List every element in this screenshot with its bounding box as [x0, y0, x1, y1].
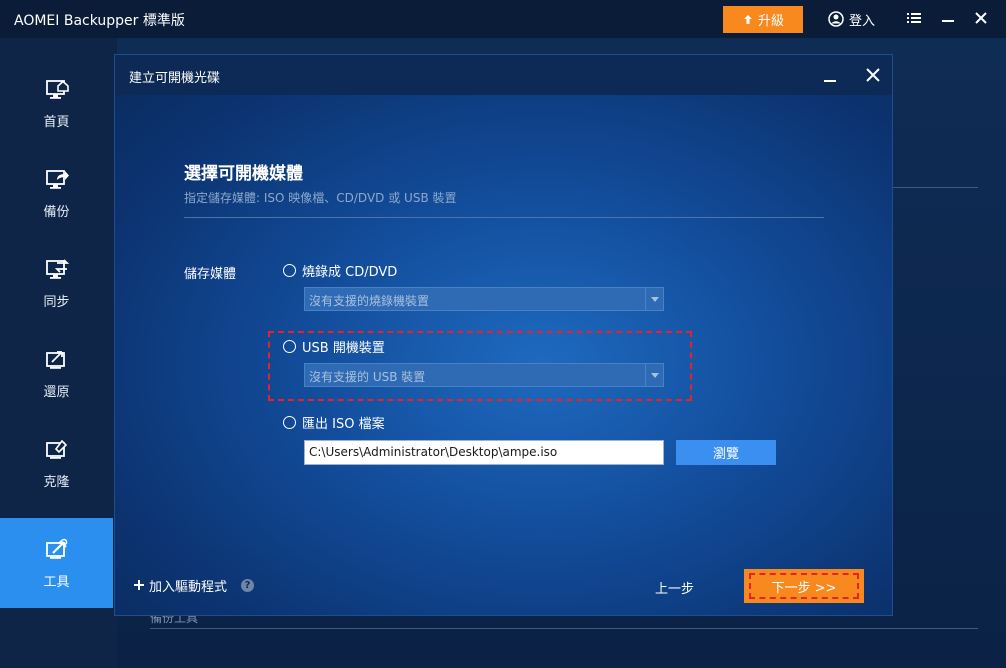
sidebar-item-label: 工具 — [43, 574, 70, 590]
backup-icon — [45, 169, 69, 189]
upgrade-label: 升級 — [757, 14, 784, 29]
iso-path-input[interactable]: C:\Users\Administrator\Desktop\ampe.iso — [304, 440, 664, 465]
sidebar-item-clone[interactable]: 克隆 — [0, 418, 113, 508]
next-step-label: 下一步 >> — [749, 573, 859, 599]
restore-icon — [45, 350, 65, 369]
login-label: 登入 — [849, 13, 876, 29]
sidebar-item-label: 首頁 — [43, 114, 70, 130]
menu-icon[interactable] — [904, 8, 924, 28]
iso-option[interactable]: 匯出 ISO 檔案 — [283, 413, 385, 432]
sidebar-item-backup[interactable]: 備份 — [0, 148, 113, 238]
tools-icon — [45, 538, 67, 559]
browse-button[interactable]: 瀏覽 — [676, 440, 776, 465]
sidebar-item-restore[interactable]: 還原 — [0, 328, 113, 418]
sidebar-item-label: 同步 — [43, 294, 70, 310]
upgrade-arrow-icon — [743, 14, 752, 24]
add-driver-label: 加入驅動程式 — [149, 579, 228, 595]
usb-radio[interactable] — [283, 339, 296, 353]
sidebar: 首頁 備份 同步 還原 克隆 工具 — [0, 38, 117, 668]
background-divider — [150, 628, 978, 629]
sidebar-item-label: 克隆 — [43, 474, 70, 490]
page-heading: 選擇可開機媒體 — [184, 164, 303, 184]
close-icon[interactable] — [971, 8, 991, 28]
burner-device-value: 沒有支援的燒錄機裝置 — [309, 294, 430, 308]
sidebar-item-home[interactable]: 首頁 — [0, 58, 113, 148]
clone-icon — [45, 439, 67, 459]
dialog-header: 建立可開機光碟 — [115, 55, 892, 95]
minimize-icon[interactable] — [938, 8, 958, 28]
help-icon[interactable]: ? — [241, 578, 255, 592]
create-bootable-media-dialog: 建立可開機光碟 選擇可開機媒體 指定儲存媒體: ISO 映像檔、CD/DVD 或… — [114, 54, 893, 616]
upgrade-button[interactable]: 升級 — [723, 6, 803, 33]
next-step-button[interactable]: 下一步 >> — [744, 569, 864, 603]
sidebar-item-label: 備份 — [43, 204, 70, 220]
usb-device-select[interactable]: 沒有支援的 USB 裝置 — [304, 363, 664, 387]
sidebar-item-tools[interactable]: 工具 — [0, 518, 113, 608]
chevron-down-icon[interactable] — [645, 364, 663, 386]
cd-dvd-radio[interactable] — [283, 263, 296, 277]
storage-media-label: 儲存媒體 — [184, 267, 237, 282]
dialog-minimize-icon[interactable] — [821, 67, 839, 85]
usb-device-value: 沒有支援的 USB 裝置 — [309, 370, 426, 384]
title-bar: AOMEI Backupper 標準版 升級 登入 — [0, 0, 1006, 38]
iso-radio[interactable] — [283, 415, 296, 429]
home-icon — [45, 79, 69, 99]
iso-label: 匯出 ISO 檔案 — [302, 416, 385, 432]
add-driver-button[interactable]: 加入驅動程式 ? — [133, 576, 255, 595]
app-title: AOMEI Backupper 標準版 — [14, 13, 185, 29]
usb-option[interactable]: USB 開機裝置 — [283, 337, 385, 356]
dialog-close-icon[interactable] — [864, 66, 882, 84]
cd-dvd-option[interactable]: 燒錄成 CD/DVD — [283, 261, 398, 280]
plus-icon — [134, 580, 144, 590]
background-divider — [893, 187, 978, 188]
heading-divider — [184, 217, 824, 218]
burner-device-select[interactable]: 沒有支援的燒錄機裝置 — [304, 287, 664, 311]
usb-label: USB 開機裝置 — [302, 340, 385, 356]
sidebar-item-sync[interactable]: 同步 — [0, 238, 113, 328]
user-icon — [828, 11, 844, 27]
dialog-title: 建立可開機光碟 — [129, 71, 221, 86]
cd-dvd-label: 燒錄成 CD/DVD — [302, 264, 398, 280]
page-subheading: 指定儲存媒體: ISO 映像檔、CD/DVD 或 USB 裝置 — [184, 191, 457, 205]
sidebar-item-label: 還原 — [43, 384, 70, 400]
chevron-down-icon[interactable] — [645, 288, 663, 310]
login-button[interactable]: 登入 — [828, 9, 875, 29]
previous-step-button[interactable]: 上一步 — [655, 578, 694, 597]
sync-icon — [45, 258, 69, 279]
